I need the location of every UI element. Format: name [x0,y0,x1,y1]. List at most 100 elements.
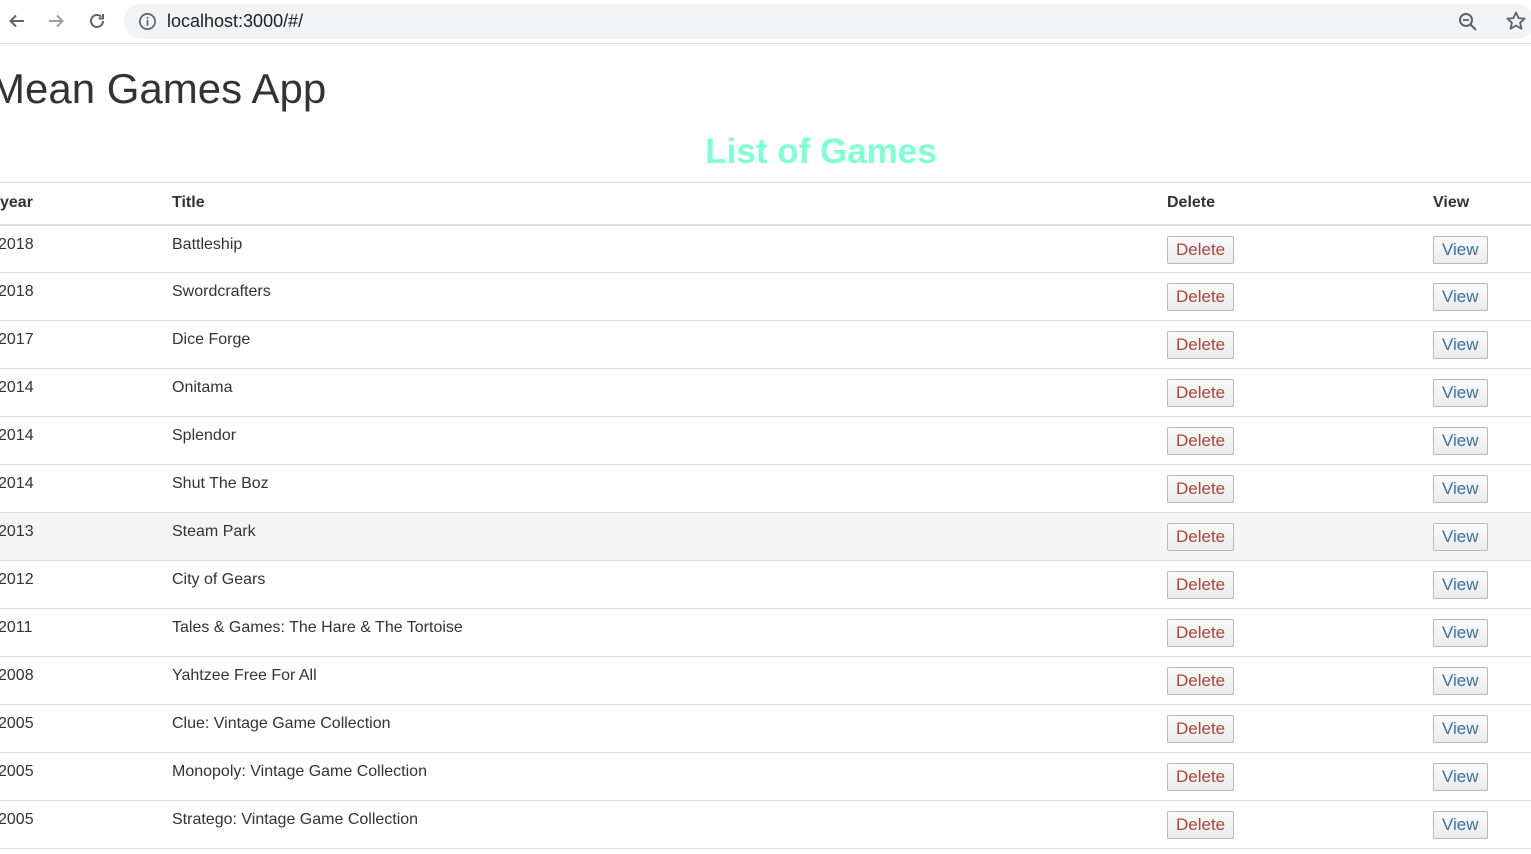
delete-button[interactable]: Delete [1167,379,1235,407]
view-cell: View [1433,800,1531,849]
delete-cell: Delete [1167,272,1433,321]
year-value: 2014 [0,379,34,396]
year-value: 2005 [0,763,34,780]
title-cell: Monopoly: Vintage Game Collection [172,752,1167,801]
delete-button[interactable]: Delete [1167,475,1235,503]
delete-button[interactable]: Delete [1167,523,1235,551]
table-row: 2014 Shut The Boz Delete View [0,464,1531,513]
url-text[interactable]: localhost:3000/#/ [167,11,303,32]
view-button[interactable]: View [1433,667,1488,695]
header-delete: Delete [1167,182,1433,226]
table-row: 2013 Steam Park Delete View [0,512,1531,561]
info-icon[interactable] [138,12,157,31]
view-cell: View [1433,320,1531,369]
year-cell: 2014 [0,416,172,465]
delete-button[interactable]: Delete [1167,811,1235,839]
view-button[interactable]: View [1433,283,1488,311]
view-button[interactable]: View [1433,619,1488,647]
table-row: 2018 Battleship Delete View [0,224,1531,273]
delete-button[interactable]: Delete [1167,619,1235,647]
view-cell: View [1433,608,1531,657]
year-value: 2018 [0,283,34,300]
view-cell: View [1433,512,1531,561]
title-cell: Clue: Vintage Game Collection [172,704,1167,753]
view-button[interactable]: View [1433,523,1488,551]
table-row: 2008 Yahtzee Free For All Delete View [0,656,1531,705]
view-button[interactable]: View [1433,475,1488,503]
delete-cell: Delete [1167,416,1433,465]
table-row: 2018 Swordcrafters Delete View [0,272,1531,321]
delete-button[interactable]: Delete [1167,235,1235,264]
view-cell: View [1433,224,1531,273]
view-cell: View [1433,560,1531,609]
delete-cell: Delete [1167,368,1433,417]
view-button[interactable]: View [1433,379,1488,407]
delete-button[interactable]: Delete [1167,571,1235,599]
year-cell: 2005 [0,704,172,753]
delete-cell: Delete [1167,560,1433,609]
table-header-row: year Title Delete View [0,182,1531,226]
year-cell: 2014 [0,368,172,417]
delete-cell: Delete [1167,704,1433,753]
title-cell: Splendor [172,416,1167,465]
view-button[interactable]: View [1433,331,1488,359]
title-cell: Onitama [172,368,1167,417]
year-value: 2008 [0,667,34,684]
table-row: 2005 Stratego: Vintage Game Collection Del… [0,800,1531,849]
title-cell: Tales & Games: The Hare & The Tortoise [172,608,1167,657]
delete-cell: Delete [1167,800,1433,849]
year-value: 2005 [0,715,34,732]
view-button[interactable]: View [1433,763,1488,791]
year-cell: 2005 [0,752,172,801]
year-value: 2017 [0,331,34,348]
view-button[interactable]: View [1433,715,1488,743]
title-cell: City of Gears [172,560,1167,609]
view-cell: View [1433,656,1531,705]
delete-cell: Delete [1167,608,1433,657]
delete-button[interactable]: Delete [1167,427,1235,455]
list-title: List of Games [705,132,937,171]
year-value: 2005 [0,811,34,828]
reload-icon[interactable] [84,8,110,34]
year-value: 2011 [0,619,33,636]
delete-button[interactable]: Delete [1167,283,1235,311]
view-cell: View [1433,704,1531,753]
address-bar[interactable]: localhost:3000/#/ [124,4,1531,39]
app-title: Mean Games App [0,65,327,112]
zoom-icon[interactable] [1457,11,1479,33]
table-row: 2011 Tales & Games: The Hare & The Tortoi… [0,608,1531,657]
delete-button[interactable]: Delete [1167,331,1235,359]
year-cell: 2013 [0,512,172,561]
star-icon[interactable] [1505,10,1527,32]
forward-arrow-icon[interactable] [43,8,69,34]
header-title: Title [172,182,1167,226]
title-cell: Shut The Boz [172,464,1167,513]
year-cell: 2005 [0,800,172,849]
table-row: 2005 Clue: Vintage Game Collection Delete V… [0,704,1531,753]
title-cell: Dice Forge [172,320,1167,369]
delete-button[interactable]: Delete [1167,667,1235,695]
games-table: year Title Delete View 2018 Battleship Del… [0,182,1531,849]
year-cell: 2017 [0,320,172,369]
table-row: 2017 Dice Forge Delete View [0,320,1531,369]
view-button[interactable]: View [1433,427,1488,455]
view-button[interactable]: View [1433,811,1488,839]
delete-cell: Delete [1167,464,1433,513]
delete-button[interactable]: Delete [1167,715,1235,743]
delete-cell: Delete [1167,512,1433,561]
title-cell: Battleship [172,224,1167,273]
year-cell: 2008 [0,656,172,705]
year-value: 2018 [0,235,34,253]
view-cell: View [1433,272,1531,321]
view-button[interactable]: View [1433,571,1488,599]
view-cell: View [1433,416,1531,465]
back-arrow-icon[interactable] [4,8,30,34]
view-cell: View [1433,368,1531,417]
header-year: year [0,182,172,226]
table-row: 2014 Onitama Delete View [0,368,1531,417]
header-view: View [1433,182,1531,226]
view-button[interactable]: View [1433,235,1488,264]
year-value: 2012 [0,571,34,588]
table-row: 2005 Monopoly: Vintage Game Collection Del… [0,752,1531,801]
delete-button[interactable]: Delete [1167,763,1235,791]
